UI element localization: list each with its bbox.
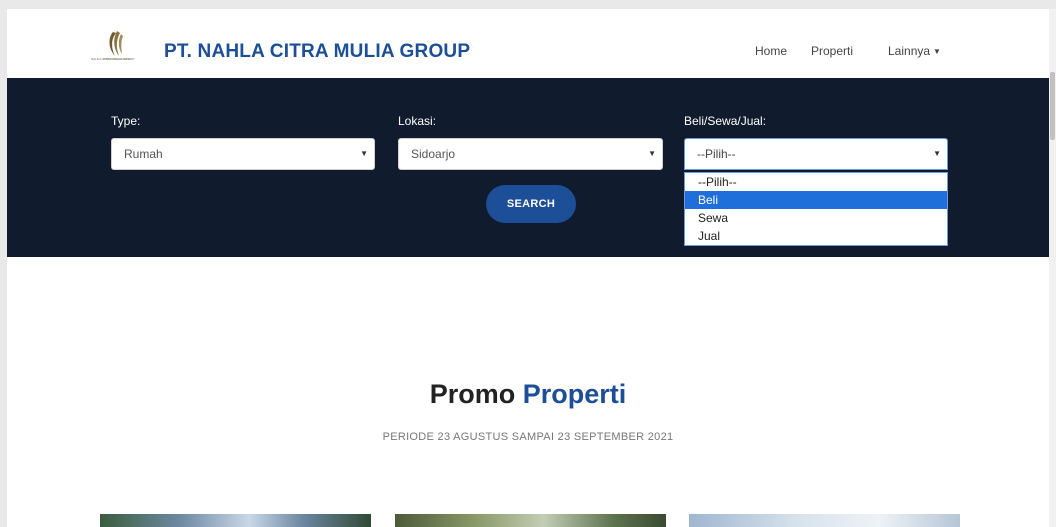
beli-sewa-jual-dropdown: --Pilih-- Beli Sewa Jual [684, 172, 948, 246]
property-image-1[interactable] [100, 514, 371, 527]
property-image-3[interactable] [689, 514, 960, 527]
lokasi-select-value: Sidoarjo [411, 147, 456, 161]
beli-select-value: --Pilih-- [697, 147, 736, 161]
nav-properti[interactable]: Properti [811, 44, 853, 58]
caret-down-icon: ▼ [648, 149, 656, 158]
property-image-2[interactable] [395, 514, 666, 527]
type-select-value: Rumah [124, 147, 163, 161]
promo-title-part1: Promo [429, 379, 516, 409]
search-button[interactable]: SEARCH [486, 185, 576, 223]
promo-subtitle: PERIODE 23 AGUSTUS SAMPAI 23 SEPTEMBER 2… [382, 431, 674, 443]
lokasi-select[interactable]: Sidoarjo ▼ [398, 138, 663, 170]
nav-home[interactable]: Home [755, 44, 787, 58]
dropdown-option-beli[interactable]: Beli [685, 191, 947, 209]
promo-title: Promo Properti [7, 379, 1049, 410]
caret-down-icon: ▼ [933, 149, 941, 158]
site-header: NAHLA CITRA MULIA GROUP PT. NAHLA CITRA … [7, 9, 1049, 78]
beli-sewa-jual-label: Beli/Sewa/Jual: [684, 114, 767, 128]
search-panel: Type: Lokasi: Beli/Sewa/Jual: Rumah ▼ Si… [7, 78, 1049, 257]
brand-title[interactable]: PT. NAHLA CITRA MULIA GROUP [164, 41, 470, 63]
dropdown-option-sewa[interactable]: Sewa [685, 209, 947, 227]
scrollbar-thumb[interactable] [1050, 72, 1055, 140]
dropdown-option-pilih[interactable]: --Pilih-- [685, 173, 947, 191]
logo-caption: NAHLA CITRA MULIA GROUP [91, 57, 135, 61]
caret-down-icon: ▼ [933, 47, 941, 56]
caret-down-icon: ▼ [360, 149, 368, 158]
type-select[interactable]: Rumah ▼ [111, 138, 375, 170]
page: NAHLA CITRA MULIA GROUP PT. NAHLA CITRA … [7, 9, 1049, 527]
beli-sewa-jual-select[interactable]: --Pilih-- ▼ [684, 138, 948, 170]
lokasi-label: Lokasi: [398, 114, 437, 128]
dropdown-option-jual[interactable]: Jual [685, 227, 947, 245]
promo-title-part2: Properti [522, 379, 627, 409]
type-label: Type: [111, 114, 141, 128]
nav-lainnya-label: Lainnya [888, 44, 931, 58]
nav-lainnya[interactable]: Lainnya ▼ [888, 44, 941, 58]
